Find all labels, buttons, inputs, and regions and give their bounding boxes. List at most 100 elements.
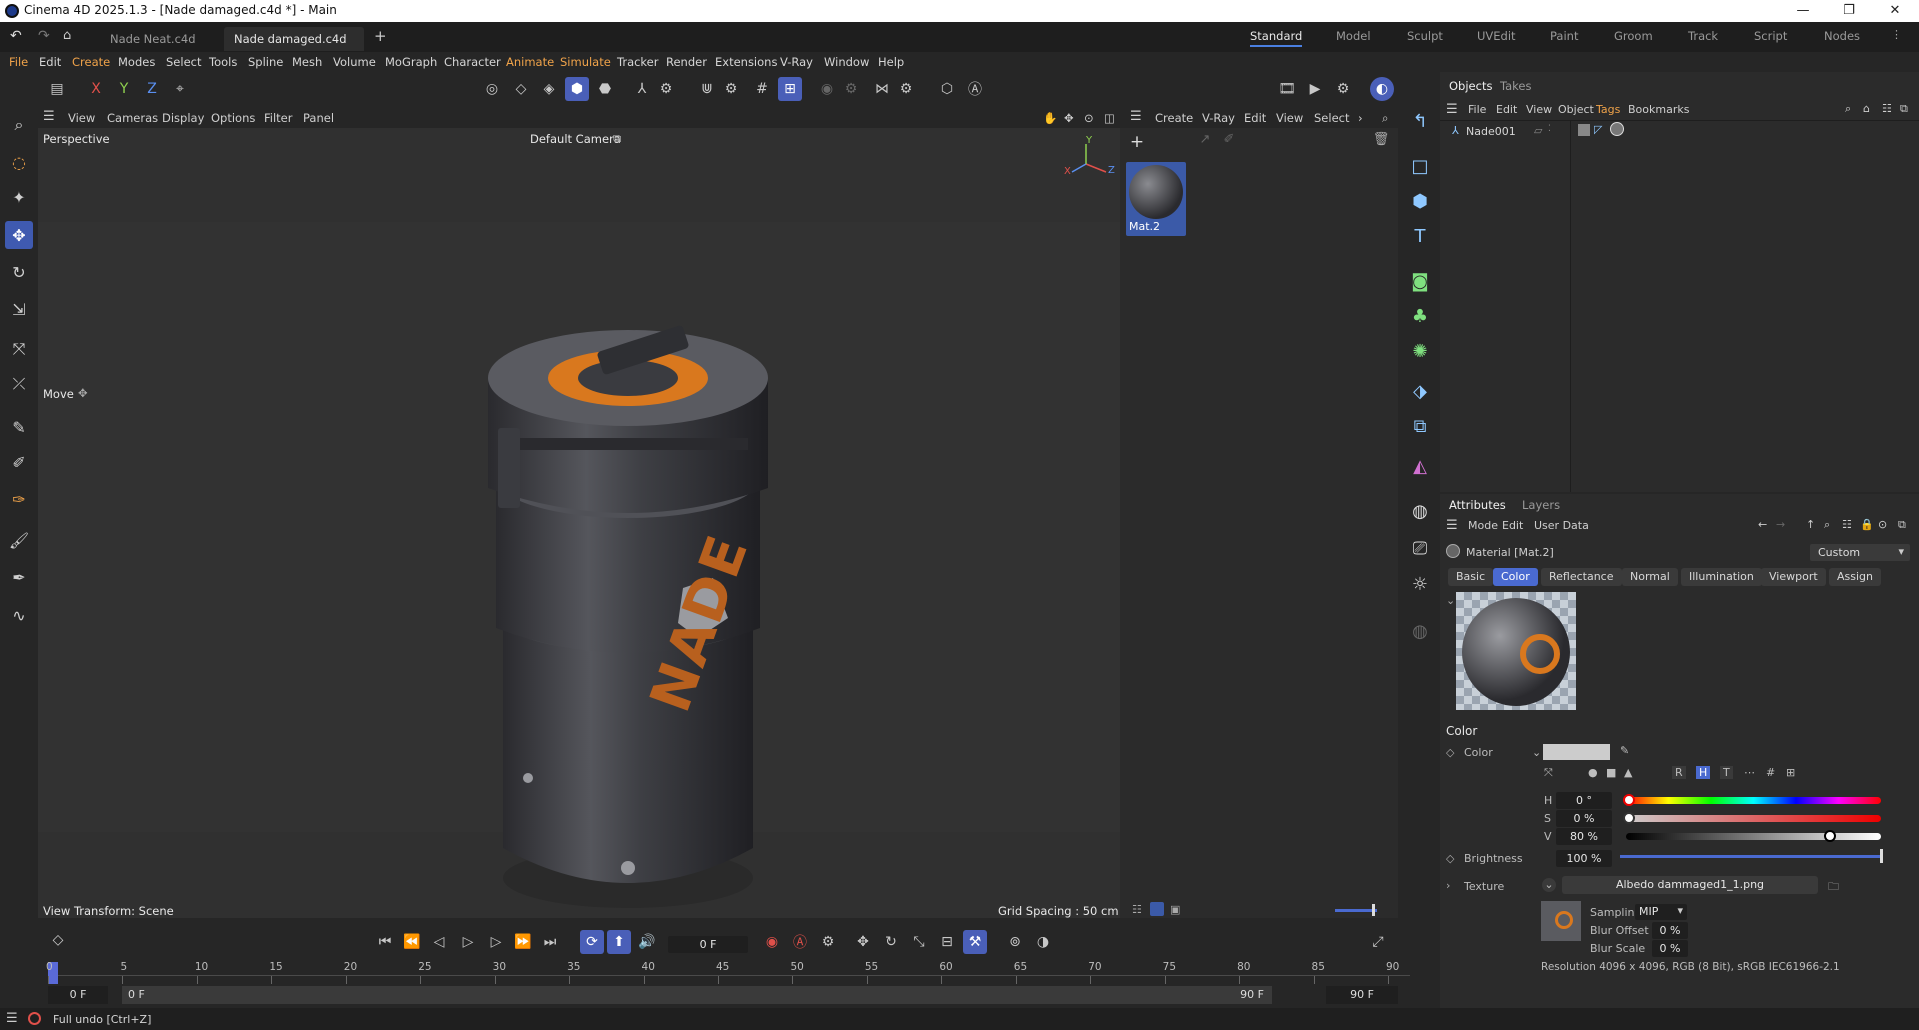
symmetry-icon[interactable]: ⋈ xyxy=(870,77,894,101)
layout-sculpt[interactable]: Sculpt xyxy=(1407,29,1443,43)
menu-create[interactable]: Create xyxy=(72,55,110,69)
mode-rgb-button[interactable]: R xyxy=(1672,766,1686,779)
viewport-menu-options[interactable]: Options xyxy=(211,111,255,125)
current-frame-field[interactable]: 0 F xyxy=(668,936,748,953)
perspective-viewport[interactable]: Perspective Default Camera ⧉ Move ✥ View… xyxy=(38,128,1120,918)
objects-search-icon[interactable]: ⌕ xyxy=(1845,102,1851,116)
render-view-icon[interactable]: ▶ xyxy=(1303,77,1327,101)
key-rotation-icon[interactable]: ↻ xyxy=(879,930,903,954)
move-tool-icon[interactable]: ✥ xyxy=(5,221,33,249)
loop-icon[interactable]: ⟳ xyxy=(580,930,604,954)
brightness-handle[interactable] xyxy=(1880,849,1883,863)
key-param-icon[interactable]: ⊟ xyxy=(935,930,959,954)
brush-icon[interactable]: 🖌 xyxy=(5,526,33,554)
eyedropper-icon[interactable]: ✎ xyxy=(1620,744,1629,757)
color-square-icon[interactable]: ■ xyxy=(1606,766,1616,779)
model-mode-icon[interactable]: ⬢ xyxy=(565,77,589,101)
color-expand-icon[interactable]: ⌄ xyxy=(1532,746,1541,759)
home-icon[interactable]: ⌂ xyxy=(63,28,71,43)
s-field[interactable]: 0 % xyxy=(1556,810,1612,827)
mat-menu-create[interactable]: Create xyxy=(1155,111,1193,125)
brightness-keyframe-icon[interactable]: ◇ xyxy=(1446,852,1454,865)
prev-key-icon[interactable]: ⏪ xyxy=(400,930,424,954)
list-view-icon[interactable]: ☷ xyxy=(1132,903,1142,916)
texture-mode-icon[interactable]: ⬣ xyxy=(593,77,617,101)
object-visibility-dots[interactable]: ⁚ xyxy=(1548,124,1551,134)
axis-z-lock[interactable]: Z xyxy=(140,77,164,101)
texture-options-icon[interactable]: ⌄ xyxy=(1542,878,1556,892)
objects-popout-icon[interactable]: ⧉ xyxy=(1900,102,1908,116)
orbit-view-icon[interactable]: ⊙ xyxy=(1084,111,1094,125)
field-icon[interactable]: ⧉ xyxy=(1406,412,1434,440)
menu-animate[interactable]: Animate xyxy=(506,55,554,69)
mode-swatches-icon[interactable]: ⊞ xyxy=(1786,766,1795,779)
attr-lock-icon[interactable]: 🔒 xyxy=(1860,518,1874,531)
value-slider[interactable] xyxy=(1626,833,1881,840)
viewport-menu-view[interactable]: View xyxy=(68,111,95,125)
menu-file[interactable]: File xyxy=(9,55,28,69)
menu-tracker[interactable]: Tracker xyxy=(617,55,659,69)
subdivision-surface-icon[interactable]: ◙ xyxy=(1406,267,1434,295)
blur-offset-field[interactable]: 0 % xyxy=(1652,922,1688,939)
snap-settings-icon[interactable]: ⚙ xyxy=(719,77,743,101)
obj-menu-tags[interactable]: Tags xyxy=(1596,103,1620,116)
layout-paint[interactable]: Paint xyxy=(1550,29,1578,43)
value-handle[interactable] xyxy=(1824,830,1836,842)
keyframe-icon[interactable]: ◇ xyxy=(48,932,68,952)
light-object-icon[interactable]: ☼ xyxy=(1406,570,1434,598)
maximize-view-icon[interactable]: ◫ xyxy=(1104,111,1115,125)
subtab-color[interactable]: Color xyxy=(1493,568,1538,586)
render-region-icon[interactable]: 🎞 xyxy=(1275,77,1299,101)
menu-character[interactable]: Character xyxy=(444,55,501,69)
sound-icon[interactable]: 🔊 xyxy=(635,930,659,954)
blur-scale-field[interactable]: 0 % xyxy=(1652,940,1688,957)
soft-selection-icon[interactable]: ◉ xyxy=(815,77,839,101)
layout-groom[interactable]: Groom xyxy=(1614,29,1653,43)
redo-icon[interactable]: ↷ xyxy=(38,28,50,44)
material-pick-icon[interactable]: ✐ xyxy=(1218,132,1240,154)
mat-menu-vray[interactable]: V-Ray xyxy=(1202,111,1235,125)
obj-menu-bookmarks[interactable]: Bookmarks xyxy=(1628,103,1689,116)
edges-mode-icon[interactable]: ◇ xyxy=(509,77,533,101)
layout-track[interactable]: Track xyxy=(1688,29,1718,43)
timeline-graph-icon[interactable]: ⤢ xyxy=(1366,930,1390,954)
layouts-more-icon[interactable]: ⋮ xyxy=(1891,28,1902,41)
attr-menu-mode[interactable]: Mode xyxy=(1468,519,1498,532)
viewport-menu-display[interactable]: Display xyxy=(162,111,204,125)
tweak-tool-icon[interactable]: ✦ xyxy=(5,183,33,211)
tab-nade-damaged[interactable]: Nade damaged.c4d *✕ xyxy=(224,27,364,70)
saturation-slider[interactable] xyxy=(1626,815,1881,822)
subtab-reflectance[interactable]: Reflectance xyxy=(1541,568,1622,586)
auto-key-icon[interactable]: Ⓐ xyxy=(788,930,812,954)
menu-simulate[interactable]: Simulate xyxy=(560,55,611,69)
texture-expand-icon[interactable]: › xyxy=(1446,879,1450,892)
auto-range-icon[interactable]: ⬆ xyxy=(607,930,631,954)
phong-tag-icon[interactable]: ◸ xyxy=(1594,123,1602,136)
points-mode-icon[interactable]: ◎ xyxy=(480,77,504,101)
menu-modes[interactable]: Modes xyxy=(118,55,155,69)
material-tag-icon[interactable] xyxy=(1610,122,1624,136)
texture-file-button[interactable]: Albedo dammaged1_1.png xyxy=(1562,876,1818,894)
delete-material-icon[interactable]: 🗑 xyxy=(1370,132,1392,154)
status-menu-icon[interactable]: ☰ xyxy=(6,1011,18,1026)
rotate-tool-icon[interactable]: ↻ xyxy=(5,258,33,286)
camera-label[interactable]: Default Camera xyxy=(530,132,621,146)
locking-icon[interactable]: Ⓐ xyxy=(963,77,987,101)
mode-hsv-button[interactable]: H xyxy=(1696,766,1711,779)
objects-hamburger-icon[interactable]: ☰ xyxy=(1446,102,1458,117)
polygons-mode-icon[interactable]: ◈ xyxy=(537,77,561,101)
goto-end-icon[interactable]: ⏭ xyxy=(538,930,562,954)
obj-menu-edit[interactable]: Edit xyxy=(1496,103,1517,116)
coordinate-system-icon[interactable]: ⌖ xyxy=(168,77,192,101)
edit-mode-icon[interactable]: ▤ xyxy=(45,77,69,101)
end-frame-field[interactable]: 90 F xyxy=(1326,986,1398,1004)
subtab-viewport[interactable]: Viewport xyxy=(1761,568,1826,586)
soft-selection-settings-icon[interactable]: ⚙ xyxy=(839,77,863,101)
object-row-nade001[interactable]: ⅄ Nade001 ▱ ⁚ xyxy=(1448,124,1568,140)
subtab-normal[interactable]: Normal xyxy=(1622,568,1678,586)
subtab-illumination[interactable]: Illumination xyxy=(1681,568,1762,586)
uvw-tag-icon[interactable] xyxy=(1578,124,1590,136)
spline-pen-icon[interactable]: ✎ xyxy=(5,413,33,441)
cloner-icon[interactable]: ♣ xyxy=(1406,302,1434,330)
tab-objects[interactable]: Objects xyxy=(1449,79,1492,93)
